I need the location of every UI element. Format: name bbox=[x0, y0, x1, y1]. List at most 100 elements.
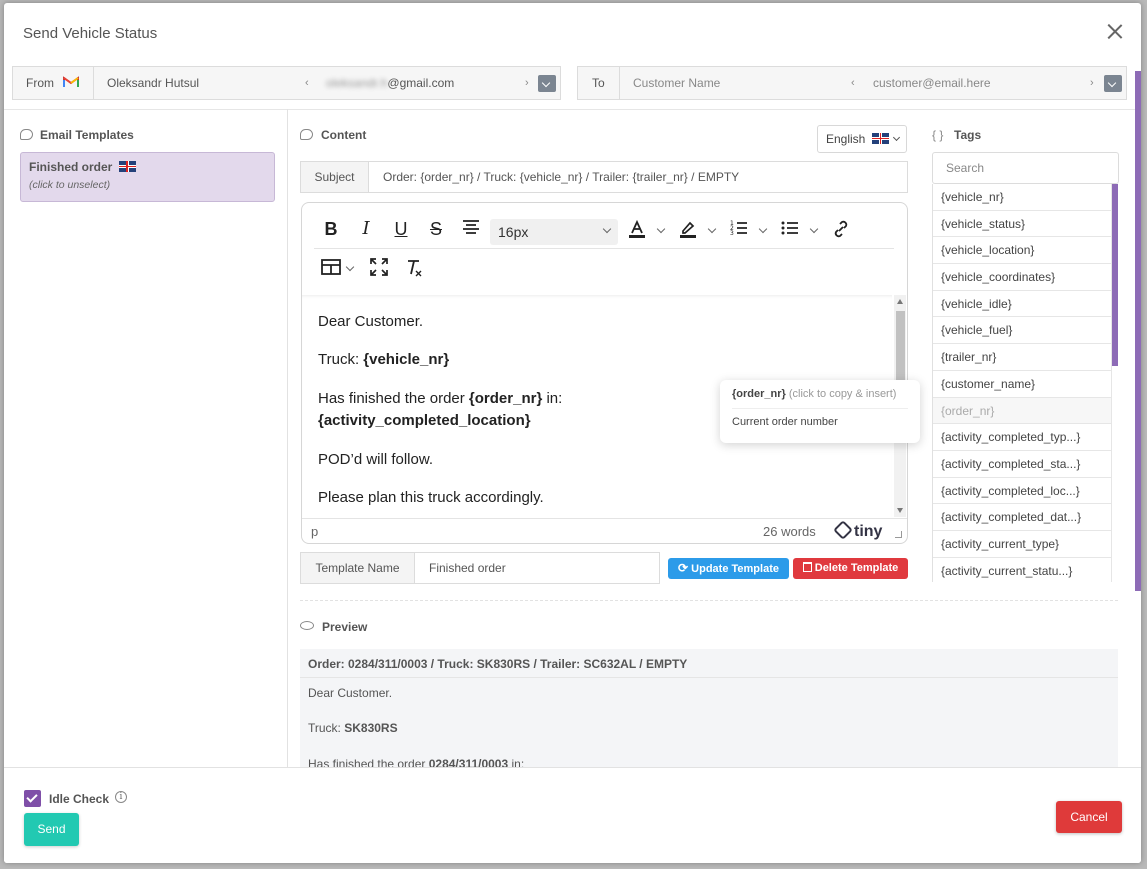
italic-icon[interactable]: I bbox=[353, 219, 379, 243]
from-label: From bbox=[26, 67, 80, 99]
chevron-down-icon bbox=[602, 224, 612, 234]
tag-item[interactable]: {activity_current_type} bbox=[933, 530, 1112, 558]
tag-item[interactable]: {vehicle_idle} bbox=[933, 290, 1112, 318]
tag-item[interactable]: {vehicle_fuel} bbox=[933, 317, 1112, 345]
update-template-label: Update Template bbox=[691, 563, 779, 575]
cancel-button[interactable]: Cancel bbox=[1056, 801, 1122, 833]
tag-item[interactable]: {activity_completed_typ...} bbox=[933, 424, 1112, 451]
tag-item[interactable]: {activity_current_statu...} bbox=[933, 557, 1112, 582]
divider bbox=[300, 677, 1118, 678]
send-vehicle-status-dialog: Send Vehicle Status From Oleksandr Hutsu… bbox=[4, 3, 1141, 863]
from-email[interactable]: oleksandr.h@gmail.com bbox=[326, 67, 454, 99]
from-row: From Oleksandr Hutsul ‹ oleksandr.h@gmai… bbox=[12, 66, 561, 100]
page-scrollbar[interactable] bbox=[1135, 71, 1141, 591]
template-item-finished-order[interactable]: Finished order (click to unselect) bbox=[20, 152, 275, 202]
subject-input[interactable]: Order: {order_nr} / Truck: {vehicle_nr} … bbox=[383, 162, 739, 192]
body-tag: {order_nr} bbox=[468, 390, 543, 407]
delete-template-button[interactable]: Delete Template bbox=[793, 558, 908, 579]
tiny-logo[interactable]: tiny bbox=[833, 520, 882, 541]
text-color-icon[interactable] bbox=[624, 219, 650, 243]
scroll-up-icon[interactable] bbox=[897, 299, 903, 304]
tag-item[interactable]: {vehicle_coordinates} bbox=[933, 264, 1112, 291]
to-dropdown-button[interactable] bbox=[1104, 75, 1122, 92]
chevron-left-icon: ‹ bbox=[851, 77, 855, 89]
clear-formatting-icon[interactable] bbox=[401, 258, 427, 282]
body-text: in: bbox=[542, 390, 563, 407]
uk-flag-icon bbox=[871, 133, 889, 144]
uk-flag-icon bbox=[118, 161, 136, 172]
info-icon[interactable]: i bbox=[115, 791, 127, 803]
to-row: To Customer Name ‹ customer@email.here › bbox=[577, 66, 1127, 100]
link-icon[interactable] bbox=[828, 219, 854, 243]
tag-item[interactable]: {vehicle_location} bbox=[933, 237, 1112, 265]
content-title: Content bbox=[321, 128, 367, 142]
template-name-row: Template Name Finished order bbox=[300, 552, 660, 584]
delete-template-label: Delete Template bbox=[814, 562, 899, 574]
subject-label: Subject bbox=[301, 162, 369, 192]
table-icon[interactable] bbox=[318, 258, 344, 282]
chevron-down-icon[interactable] bbox=[656, 224, 666, 234]
element-path[interactable]: p bbox=[311, 524, 318, 539]
tag-item[interactable]: {activity_completed_loc...} bbox=[933, 477, 1112, 505]
body-line: {activity_completed_location} bbox=[318, 412, 531, 429]
align-center-icon[interactable] bbox=[458, 219, 484, 243]
underline-icon[interactable]: U bbox=[388, 219, 414, 243]
tag-item[interactable]: {vehicle_status} bbox=[933, 210, 1112, 238]
body-line: POD’d will follow. bbox=[318, 451, 434, 468]
tag-list-scrollbar[interactable] bbox=[1112, 184, 1118, 366]
body-line: Truck: {vehicle_nr} bbox=[318, 351, 449, 368]
refresh-icon: ⟳ bbox=[678, 561, 689, 575]
tag-item[interactable]: {vehicle_nr} bbox=[933, 184, 1112, 211]
scroll-down-icon[interactable] bbox=[897, 508, 903, 513]
tooltip-hint: (click to copy & insert) bbox=[788, 388, 897, 400]
body-tag: {vehicle_nr} bbox=[363, 351, 450, 368]
chevron-down-icon[interactable] bbox=[758, 224, 768, 234]
chevron-down-icon[interactable] bbox=[809, 224, 819, 234]
dialog-footer: Idle Check i Send Cancel bbox=[4, 767, 1141, 863]
language-select[interactable]: English bbox=[817, 125, 907, 153]
from-name[interactable]: Oleksandr Hutsul bbox=[107, 67, 199, 99]
numbered-list-icon[interactable]: 123 bbox=[726, 219, 752, 243]
bullet-list-icon[interactable] bbox=[777, 219, 803, 243]
chevron-down-icon bbox=[892, 133, 901, 142]
editor-toolbar: B I U S 16px 123 bbox=[302, 203, 907, 293]
idle-check-checkbox[interactable] bbox=[24, 790, 41, 807]
close-icon[interactable] bbox=[1107, 23, 1123, 39]
from-dropdown-button[interactable] bbox=[538, 75, 556, 92]
chat-bubble-icon bbox=[20, 129, 33, 140]
customer-email-input[interactable]: customer@email.here bbox=[873, 67, 991, 99]
body-line: Has finished the order {order_nr} in: bbox=[318, 390, 562, 407]
separator bbox=[619, 67, 620, 99]
bold-icon[interactable]: B bbox=[318, 219, 344, 243]
send-button[interactable]: Send bbox=[24, 813, 79, 846]
chevron-down-icon[interactable] bbox=[707, 224, 717, 234]
tags-title: Tags bbox=[954, 128, 982, 142]
divider bbox=[287, 109, 288, 769]
tag-item[interactable]: {activity_completed_sta...} bbox=[933, 450, 1112, 478]
divider bbox=[4, 109, 1141, 110]
tooltip-tag: {order_nr} bbox=[732, 388, 786, 400]
template-name-input[interactable]: Finished order bbox=[429, 553, 506, 583]
subject-row: Subject Order: {order_nr} / Truck: {vehi… bbox=[300, 161, 908, 193]
highlight-icon[interactable] bbox=[675, 219, 701, 243]
template-name-label: Template Name bbox=[301, 553, 415, 583]
tag-item[interactable]: {trailer_nr} bbox=[933, 344, 1112, 371]
word-count[interactable]: 26 words bbox=[763, 524, 816, 539]
update-template-button[interactable]: ⟳ Update Template bbox=[668, 558, 789, 579]
font-size-select[interactable]: 16px bbox=[490, 219, 618, 245]
resize-handle-icon[interactable] bbox=[895, 531, 902, 538]
tag-item-hovered[interactable]: {order_nr} bbox=[933, 397, 1112, 425]
chevron-down-icon[interactable] bbox=[345, 262, 355, 272]
rich-text-editor: B I U S 16px 123 Dear Customer. Truck: {… bbox=[301, 202, 908, 544]
tag-item[interactable]: {activity_completed_dat...} bbox=[933, 504, 1112, 531]
fullscreen-icon[interactable] bbox=[366, 258, 392, 282]
strikethrough-icon[interactable]: S bbox=[423, 219, 449, 243]
template-name: Finished order bbox=[29, 160, 266, 174]
body-tag: {activity_completed_location} bbox=[318, 412, 531, 429]
tag-item[interactable]: {customer_name} bbox=[933, 370, 1112, 398]
toolbar-separator bbox=[314, 248, 894, 249]
chevron-right-icon: › bbox=[1090, 77, 1094, 89]
tag-list: {vehicle_nr} {vehicle_status} {vehicle_l… bbox=[932, 184, 1119, 582]
customer-name-input[interactable]: Customer Name bbox=[633, 67, 720, 99]
tag-search-input[interactable]: Search bbox=[932, 152, 1119, 184]
